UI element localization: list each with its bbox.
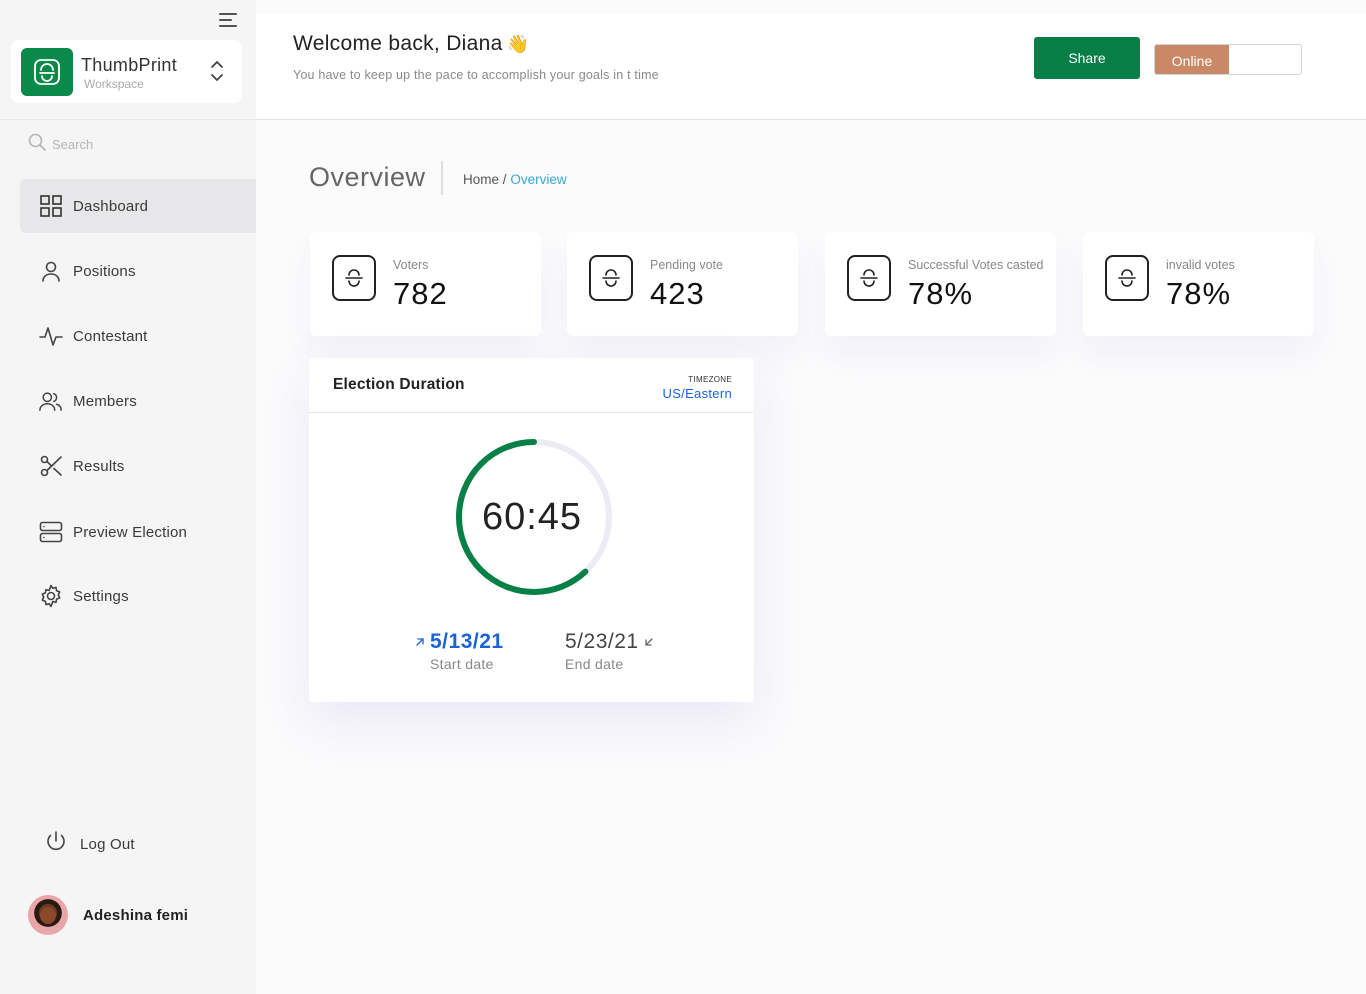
welcome-subtitle: You have to keep up the pace to accompli…	[293, 68, 659, 82]
start-date: 5/13/21	[430, 630, 504, 653]
user-icon	[39, 259, 63, 283]
search-bar	[28, 133, 238, 156]
share-button[interactable]: Share	[1034, 37, 1140, 79]
grid-icon	[39, 194, 63, 218]
avatar	[28, 895, 68, 935]
fingerprint-logo-icon	[21, 48, 73, 96]
user-profile[interactable]: Adeshina femi	[28, 894, 188, 936]
stat-card-invalid-votes: invalid votes 78%	[1083, 232, 1314, 336]
server-icon	[39, 520, 63, 544]
stat-label: Voters	[393, 258, 429, 272]
start-date-block: 5/13/21 Start date	[415, 630, 504, 672]
fingerprint-scan-icon	[332, 255, 376, 301]
sidebar-item-label: Preview Election	[73, 523, 188, 541]
workspace-subtitle: Workspace	[84, 77, 144, 91]
card-title: Election Duration	[333, 376, 465, 393]
stat-label: invalid votes	[1166, 258, 1235, 272]
gear-icon	[39, 584, 63, 608]
sidebar-item-positions[interactable]: Positions	[20, 244, 256, 298]
stat-value: 423	[650, 276, 705, 311]
online-status-toggle[interactable]: Online	[1154, 44, 1302, 75]
sidebar: ThumbPrint Workspace Dashboard	[0, 0, 256, 994]
user-name: Adeshina femi	[83, 906, 189, 924]
end-date: 5/23/21	[565, 630, 639, 653]
stat-card-successful-votes: Successful Votes casted 78%	[825, 232, 1056, 336]
breadcrumb: Home / Overview	[463, 172, 567, 187]
stat-label: Pending vote	[650, 258, 723, 272]
sidebar-item-contestant[interactable]: Contestant	[20, 309, 256, 363]
start-date-caption: Start date	[430, 656, 494, 672]
logout-button[interactable]: Log Out	[44, 830, 135, 858]
end-date-caption: End date	[565, 656, 624, 672]
end-date-block: 5/23/21 End date	[565, 630, 654, 672]
sidebar-item-dashboard[interactable]: Dashboard	[20, 179, 256, 233]
breadcrumb-current[interactable]: Overview	[510, 172, 566, 187]
fingerprint-scan-icon	[847, 255, 891, 301]
logout-label: Log Out	[80, 835, 135, 853]
sidebar-item-label: Settings	[73, 587, 129, 605]
arrow-down-left-icon	[644, 637, 654, 647]
waving-hand-icon: 👋	[506, 34, 530, 54]
stat-value: 782	[393, 276, 448, 311]
search-input[interactable]	[52, 136, 222, 152]
sidebar-item-settings[interactable]: Settings	[20, 569, 256, 623]
stat-label: Successful Votes casted	[908, 258, 1044, 272]
stat-value: 78%	[1166, 276, 1232, 311]
title-divider	[441, 161, 443, 195]
activity-icon	[39, 324, 63, 348]
sidebar-item-label: Dashboard	[73, 197, 149, 215]
breadcrumb-home[interactable]: Home	[463, 172, 499, 187]
sidebar-item-members[interactable]: Members	[20, 374, 256, 428]
sidebar-item-label: Members	[73, 392, 137, 410]
search-icon	[28, 133, 46, 156]
countdown-time: 60:45	[481, 495, 583, 538]
scissors-icon	[39, 454, 63, 478]
stat-value: 78%	[908, 276, 974, 311]
fingerprint-scan-icon	[589, 255, 633, 301]
stat-card-voters: Voters 782	[310, 232, 541, 336]
page-title: Overview	[309, 162, 426, 192]
workspace-switcher[interactable]: ThumbPrint Workspace	[11, 40, 242, 103]
sidebar-item-label: Results	[73, 457, 125, 475]
workspace-name: ThumbPrint	[81, 55, 178, 75]
sidebar-item-label: Positions	[73, 262, 136, 280]
top-header: Welcome back, Diana 👋 You have to keep up…	[256, 14, 1366, 120]
sidebar-item-results[interactable]: Results	[20, 439, 256, 493]
welcome-text: Welcome back, Diana	[293, 32, 503, 55]
menu-toggle-icon[interactable]	[219, 13, 237, 29]
timezone-label: TIMEZONE	[688, 375, 732, 384]
timezone-select[interactable]: US/Eastern	[663, 386, 732, 401]
breadcrumb-separator: /	[502, 172, 507, 187]
sidebar-item-label: Contestant	[73, 327, 148, 345]
sidebar-item-preview-election[interactable]: Preview Election	[20, 505, 256, 559]
welcome-heading: Welcome back, Diana 👋	[293, 32, 529, 56]
sidebar-divider	[0, 119, 256, 120]
arrow-up-right-icon	[415, 637, 425, 647]
stat-card-pending-vote: Pending vote 423	[567, 232, 798, 336]
card-header: Election Duration TIMEZONE US/Eastern	[309, 358, 754, 413]
power-icon	[44, 830, 68, 859]
online-label: Online	[1155, 45, 1229, 74]
election-duration-card: Election Duration TIMEZONE US/Eastern 60…	[309, 358, 754, 702]
fingerprint-scan-icon	[1105, 255, 1149, 301]
chevron-up-down-icon[interactable]	[210, 59, 224, 83]
users-icon	[39, 389, 63, 413]
